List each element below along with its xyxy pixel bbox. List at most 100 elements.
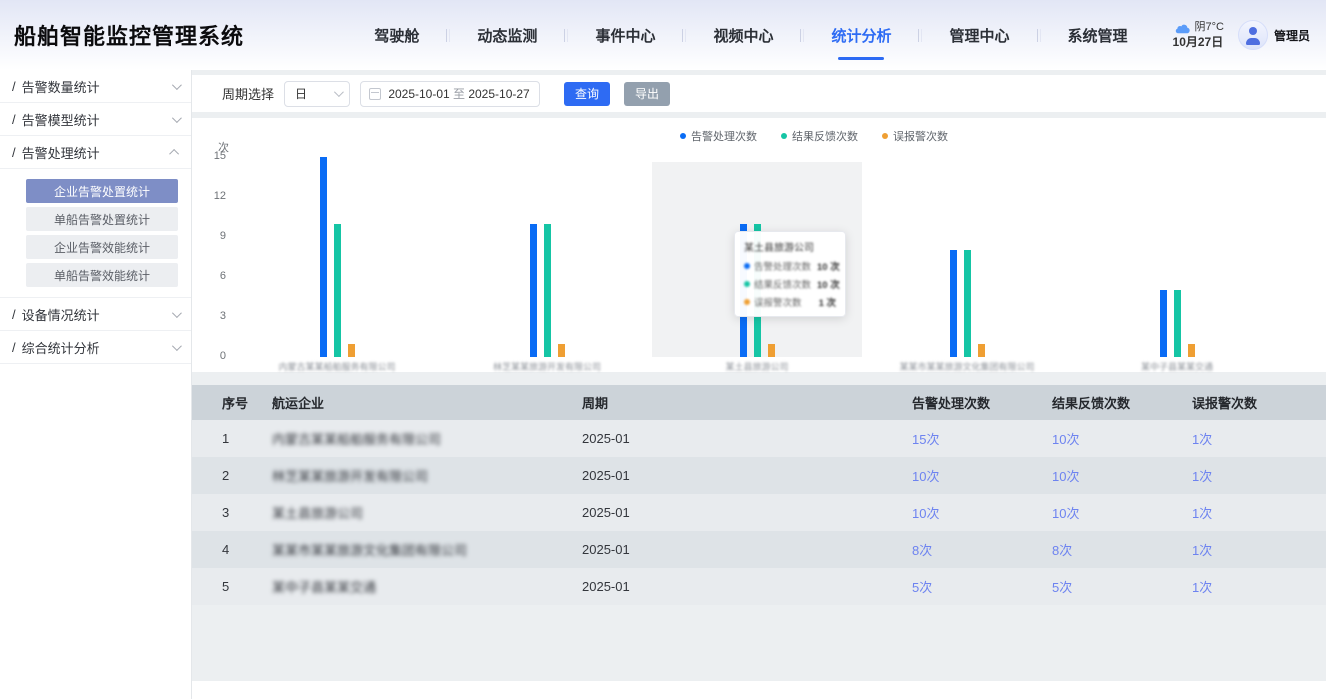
user-menu[interactable]: 管理员: [1238, 20, 1310, 50]
count-link[interactable]: 15次: [912, 429, 1052, 448]
bar[interactable]: [1188, 344, 1195, 357]
y-axis-tick: 6: [192, 270, 226, 282]
date-start-value: 2025-10-01: [387, 87, 451, 101]
table-header-row: 序号航运企业周期告警处理次数结果反馈次数误报警次数: [192, 385, 1326, 420]
table-cell: 某土县旅游公司: [272, 503, 582, 522]
chart-card: 告警处理次数结果反馈次数误报警次数 次 03691215 某土县旅游公司 告警处…: [192, 118, 1326, 372]
table-row: 5某中子县某某交通2025-015次5次1次: [192, 568, 1326, 605]
count-link[interactable]: 1次: [1192, 577, 1296, 596]
count-link[interactable]: 5次: [1052, 577, 1192, 596]
bar[interactable]: [964, 250, 971, 357]
count-link[interactable]: 8次: [1052, 540, 1192, 559]
count-link[interactable]: 10次: [1052, 503, 1192, 522]
date-range-picker[interactable]: 2025-10-01 至 2025-10-27: [360, 81, 540, 107]
sidebar-group-label: 综合统计分析: [22, 338, 100, 357]
query-button[interactable]: 查询: [564, 82, 610, 106]
count-link[interactable]: 10次: [1052, 466, 1192, 485]
chart-group: 某某市某某旅游文化集团有限公司: [862, 157, 1072, 357]
bar[interactable]: [978, 344, 985, 357]
table-cell: 2025-01: [582, 579, 912, 594]
legend-item[interactable]: 误报警次数: [882, 128, 948, 144]
count-link[interactable]: 1次: [1192, 429, 1296, 448]
chevron-up-icon: [169, 148, 179, 158]
chevron-down-icon: [172, 308, 182, 318]
sidebar-group-2[interactable]: /告警模型统计: [0, 103, 191, 136]
nav-item-6[interactable]: 管理中心: [922, 25, 1036, 46]
data-table: 序号航运企业周期告警处理次数结果反馈次数误报警次数 1内蒙古某某船舶服务有限公司…: [192, 385, 1326, 605]
legend-item[interactable]: 告警处理次数: [680, 128, 757, 144]
count-link[interactable]: 10次: [912, 503, 1052, 522]
nav-item-7[interactable]: 系统管理: [1041, 25, 1155, 46]
calendar-icon: [369, 88, 381, 100]
count-link[interactable]: 8次: [912, 540, 1052, 559]
y-axis-tick: 15: [192, 150, 226, 162]
chevron-down-icon: [172, 113, 182, 123]
slash-prefix: /: [12, 79, 16, 94]
sidebar-subitem-3[interactable]: 企业告警效能统计: [26, 235, 178, 259]
period-select[interactable]: 日: [284, 81, 350, 107]
chart-group: 内蒙古某某船舶服务有限公司: [232, 157, 442, 357]
period-select-value: 日: [295, 85, 307, 102]
sidebar-group-label: 设备情况统计: [22, 305, 100, 324]
bar[interactable]: [320, 157, 327, 357]
period-select-label: 周期选择: [222, 84, 274, 103]
bar[interactable]: [950, 250, 957, 357]
tooltip-value: 1 次: [813, 295, 836, 309]
tooltip-label: 误报警次数: [754, 295, 802, 309]
sidebar-group-label: 告警处理统计: [22, 143, 100, 162]
sidebar-subitem-4[interactable]: 单船告警效能统计: [26, 263, 178, 287]
table-cell: 3: [222, 505, 272, 520]
main-content: 周期选择 日 2025-10-01 至 2025-10-27 查询 导出 告警处…: [192, 70, 1326, 699]
legend-dot: [680, 133, 686, 139]
table-cell: 林芝某某旅游开发有限公司: [272, 466, 582, 485]
bar[interactable]: [530, 224, 537, 357]
bar[interactable]: [1174, 290, 1181, 357]
sidebar-group-label: 告警模型统计: [22, 110, 100, 129]
filter-bar: 周期选择 日 2025-10-01 至 2025-10-27 查询 导出: [192, 75, 1326, 112]
user-label: 管理员: [1274, 27, 1310, 44]
sidebar-group-3[interactable]: /告警处理统计: [0, 136, 191, 169]
bar[interactable]: [768, 344, 775, 357]
chart-legend: 告警处理次数 结果反馈次数 误报警次数: [247, 128, 1326, 144]
export-button[interactable]: 导出: [624, 82, 670, 106]
sidebar-group-1[interactable]: /告警数量统计: [0, 70, 191, 103]
chevron-down-icon: [172, 341, 182, 351]
count-link[interactable]: 1次: [1192, 503, 1296, 522]
count-link[interactable]: 10次: [912, 466, 1052, 485]
sidebar-group-4[interactable]: /设备情况统计: [0, 298, 191, 331]
sidebar-group-5[interactable]: /综合统计分析: [0, 331, 191, 364]
date-to-label: 至: [453, 85, 465, 102]
table-cell: 内蒙古某某船舶服务有限公司: [272, 429, 582, 448]
x-axis-label: 林芝某某旅游开发有限公司: [493, 360, 601, 373]
x-axis-label: 某中子县某某交通: [1141, 360, 1213, 373]
date-end-value: 2025-10-27: [467, 87, 531, 101]
table-header-cell: 周期: [582, 393, 912, 412]
bar[interactable]: [334, 224, 341, 357]
legend-item[interactable]: 结果反馈次数: [781, 128, 858, 144]
bar[interactable]: [558, 344, 565, 357]
table-header-cell: 序号: [222, 393, 272, 412]
tooltip-dot: [744, 281, 750, 287]
bar[interactable]: [544, 224, 551, 357]
app-header: 船舶智能监控管理系统 驾驶舱动态监测事件中心视频中心统计分析管理中心系统管理 阴…: [0, 0, 1326, 70]
nav-item-3[interactable]: 事件中心: [568, 25, 682, 46]
sidebar-subitem-2[interactable]: 单船告警处置统计: [26, 207, 178, 231]
count-link[interactable]: 5次: [912, 577, 1052, 596]
chart-plot: 某土县旅游公司 告警处理次数10 次结果反馈次数10 次误报警次数1 次 内蒙古…: [232, 157, 1282, 357]
bar[interactable]: [348, 344, 355, 357]
tooltip-dot: [744, 263, 750, 269]
sidebar-subitem-1[interactable]: 企业告警处置统计: [26, 179, 178, 203]
count-link[interactable]: 10次: [1052, 429, 1192, 448]
count-link[interactable]: 1次: [1192, 466, 1296, 485]
count-link[interactable]: 1次: [1192, 540, 1296, 559]
nav-item-1[interactable]: 驾驶舱: [347, 25, 446, 46]
table-cell: 某中子县某某交通: [272, 577, 582, 596]
tooltip-value: 10 次: [811, 277, 840, 291]
nav-item-2[interactable]: 动态监测: [450, 25, 564, 46]
nav-item-4[interactable]: 视频中心: [686, 25, 800, 46]
bar[interactable]: [1160, 290, 1167, 357]
nav-item-5[interactable]: 统计分析: [804, 25, 918, 46]
legend-label: 告警处理次数: [691, 128, 757, 144]
chart-group: 某中子县某某交通: [1072, 157, 1282, 357]
table-cell: 2025-01: [582, 431, 912, 446]
